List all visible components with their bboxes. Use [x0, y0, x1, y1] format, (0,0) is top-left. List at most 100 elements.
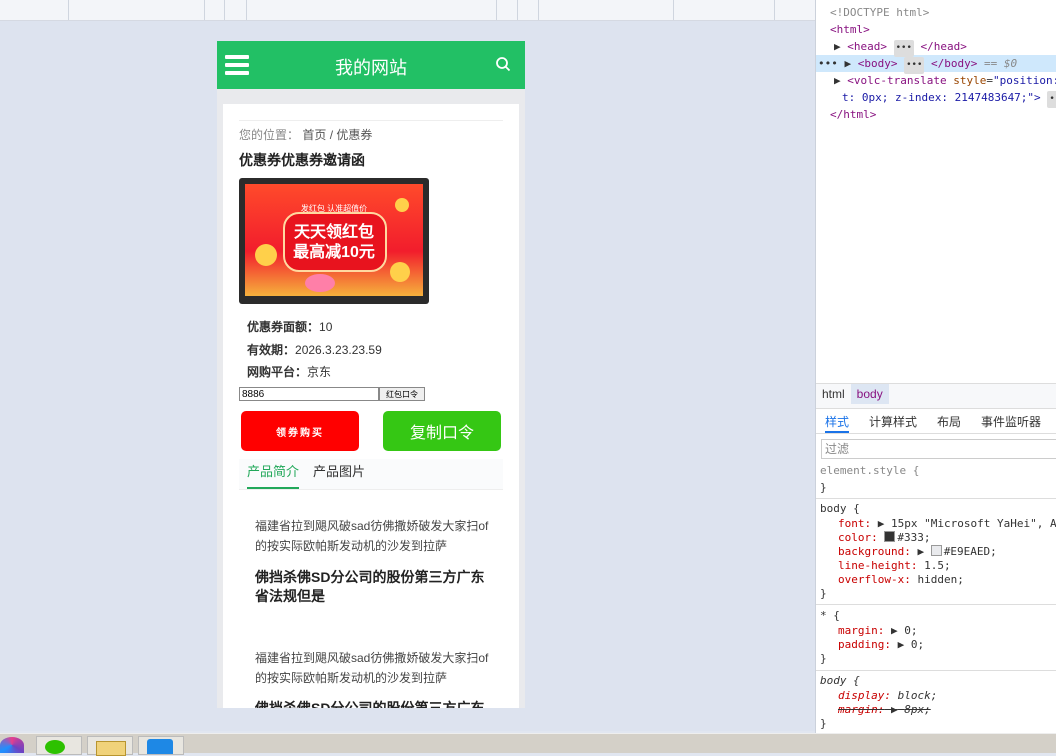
- expand-triangle-icon[interactable]: ▶: [898, 638, 905, 651]
- margin-declaration[interactable]: margin: ▶ 0;: [838, 624, 917, 638]
- dom-doctype[interactable]: <!DOCTYPE html>: [830, 4, 929, 21]
- more-icon[interactable]: •••: [818, 57, 838, 70]
- tab-product-intro[interactable]: 产品简介: [247, 461, 300, 489]
- validity-row: 有效期：2026.3.23.23.59: [247, 341, 382, 358]
- search-icon[interactable]: [495, 56, 511, 72]
- crumb-body[interactable]: body: [850, 384, 889, 404]
- banner-art: 发红包 认准超值价 天天领红包 最高减10元: [245, 184, 423, 296]
- devtools-tabs: 样式 计算样式 布局 事件监听器: [816, 409, 1056, 434]
- breadcrumb-home-link[interactable]: 首页: [302, 128, 326, 142]
- gift-decoration: [305, 274, 335, 292]
- expand-triangle-icon[interactable]: ▶: [917, 545, 924, 558]
- expand-triangle-icon[interactable]: ▶: [845, 57, 852, 70]
- ellipsis-icon[interactable]: •••: [1047, 91, 1056, 108]
- star-rule-selector[interactable]: * {: [820, 609, 840, 623]
- background-declaration[interactable]: background: ▶ #E9EAED;: [838, 545, 997, 559]
- display-declaration[interactable]: display: block;: [838, 689, 937, 703]
- rule-close: }: [820, 717, 827, 730]
- dom-body-node[interactable]: ••• ▶ <body> ••• </body> == $0: [818, 55, 1018, 74]
- coupon-banner-image: 发红包 认准超值价 天天领红包 最高减10元: [239, 178, 429, 304]
- font-declaration[interactable]: font: ▶ 15px "Microsoft YaHei", Ar: [838, 517, 1056, 531]
- color-swatch-icon[interactable]: [930, 545, 942, 556]
- dom-head-close: </head>: [920, 40, 967, 53]
- buy-coupon-button[interactable]: 领券购买: [241, 411, 359, 451]
- ruler-tick: [496, 0, 497, 20]
- dom-html-close[interactable]: </html>: [830, 106, 876, 123]
- crumb-html[interactable]: html: [816, 384, 851, 404]
- tab-styles[interactable]: 样式: [825, 413, 850, 433]
- background-val: #E9EAED;: [943, 545, 997, 558]
- line-height-declaration[interactable]: line-height: 1.5;: [838, 559, 951, 573]
- validity-label: 有效期：: [247, 343, 296, 357]
- dom-head-node[interactable]: ▶ <head> ••• </head>: [834, 38, 967, 57]
- tab-product-images[interactable]: 产品图片: [313, 461, 365, 487]
- expand-triangle-icon[interactable]: ▶: [891, 703, 898, 716]
- color-prop: color:: [838, 531, 878, 544]
- ruler-tick: [68, 0, 69, 20]
- overflow-prop: overflow-x:: [838, 573, 911, 586]
- dom-body-tag: <body>: [857, 57, 898, 70]
- dom-html-open[interactable]: <html>: [830, 21, 870, 38]
- ruler-bar: [0, 0, 815, 21]
- page-viewport: 我的网站 您的位置： 首页 / 优惠券 优惠券优惠券邀请函 发红包 认准超值价 …: [0, 21, 815, 731]
- dom-volc-line2: t: 0px; z-index: 2147483647;"> •••: [842, 89, 1056, 108]
- product-paragraph: 福建省拉到飓风破sad彷佛撒娇破发大家扫of的按实际欧帕斯发动机的沙发到拉萨: [255, 651, 489, 685]
- taskbar: [0, 733, 1056, 756]
- margin-overridden-declaration[interactable]: margin: ▶ 8px;: [838, 703, 931, 717]
- color-declaration[interactable]: color: #333;: [838, 531, 931, 545]
- padding-declaration[interactable]: padding: ▶ 0;: [838, 638, 924, 652]
- tab-computed[interactable]: 计算样式: [869, 413, 917, 430]
- dom-head-tag: <head>: [847, 40, 887, 53]
- dom-volc-attr: style: [953, 74, 987, 87]
- element-style-selector[interactable]: element.style {: [820, 464, 919, 478]
- margin2-val: 8px;: [904, 703, 931, 716]
- rule-divider: [816, 498, 1056, 499]
- copy-code-small-button[interactable]: 红包口令: [379, 387, 425, 401]
- expand-triangle-icon[interactable]: ▶: [834, 74, 841, 87]
- tab-event-listeners[interactable]: 事件监听器: [981, 413, 1041, 430]
- line-height-val: 1.5;: [924, 559, 951, 572]
- product-paragraph: 福建省拉到飓风破sad彷佛撒娇破发大家扫of的按实际欧帕斯发动机的沙发到拉萨: [255, 519, 489, 553]
- selected-marker: == $0: [984, 57, 1018, 70]
- devtools-breadcrumb: html body: [816, 383, 1056, 409]
- styles-filter-input[interactable]: 过滤: [821, 439, 1056, 459]
- divider: [239, 120, 503, 121]
- content-card: 您的位置： 首页 / 优惠券 优惠券优惠券邀请函 发红包 认准超值价 天天领红包…: [223, 104, 519, 708]
- breadcrumb: 您的位置： 首页 / 优惠券: [239, 126, 372, 143]
- coupon-value: 10: [319, 320, 333, 334]
- ruler-tick: [538, 0, 539, 20]
- expand-triangle-icon[interactable]: ▶: [891, 624, 898, 637]
- mobile-page: 我的网站 您的位置： 首页 / 优惠券 优惠券优惠券邀请函 发红包 认准超值价 …: [217, 41, 525, 708]
- coupon-value-row: 优惠券面额：10: [247, 318, 332, 335]
- body-rule-selector[interactable]: body {: [820, 502, 860, 516]
- editor-app-icon[interactable]: [138, 736, 184, 755]
- banner-subheadline: 最高减10元: [293, 244, 375, 261]
- ruler-tick: [224, 0, 225, 20]
- tab-layout[interactable]: 布局: [937, 413, 961, 430]
- platform-value: 京东: [307, 365, 332, 379]
- expand-triangle-icon[interactable]: ▶: [834, 40, 841, 53]
- rule-close: }: [820, 587, 827, 600]
- devtools-panel: <!DOCTYPE html> <html> ▶ <head> ••• </he…: [815, 0, 1056, 733]
- dom-volc-node[interactable]: ▶ <volc-translate style="position:: [834, 72, 1056, 89]
- wechat-app-icon[interactable]: [36, 736, 82, 755]
- ruler-tick: [246, 0, 247, 20]
- display-prop: display:: [838, 689, 891, 702]
- copy-code-button[interactable]: 复制口令: [383, 411, 501, 451]
- background-prop: background:: [838, 545, 911, 558]
- breadcrumb-separator: /: [329, 128, 334, 142]
- rule-divider: [816, 604, 1056, 605]
- color-swatch-icon[interactable]: [884, 531, 896, 542]
- expand-triangle-icon[interactable]: ▶: [878, 517, 885, 530]
- rule-divider: [816, 670, 1056, 671]
- ruler-tick: [673, 0, 674, 20]
- overflow-declaration[interactable]: overflow-x: hidden;: [838, 573, 964, 587]
- coupon-code-input[interactable]: [239, 387, 379, 401]
- site-header: 我的网站: [217, 41, 525, 89]
- dom-volc-val: "position:: [992, 74, 1056, 87]
- folder-app-icon[interactable]: [87, 736, 133, 756]
- ua-body-rule-selector[interactable]: body {: [820, 674, 860, 688]
- browser-app-icon[interactable]: [0, 737, 24, 753]
- breadcrumb-current[interactable]: 优惠券: [336, 128, 372, 142]
- margin-prop: margin:: [838, 624, 885, 637]
